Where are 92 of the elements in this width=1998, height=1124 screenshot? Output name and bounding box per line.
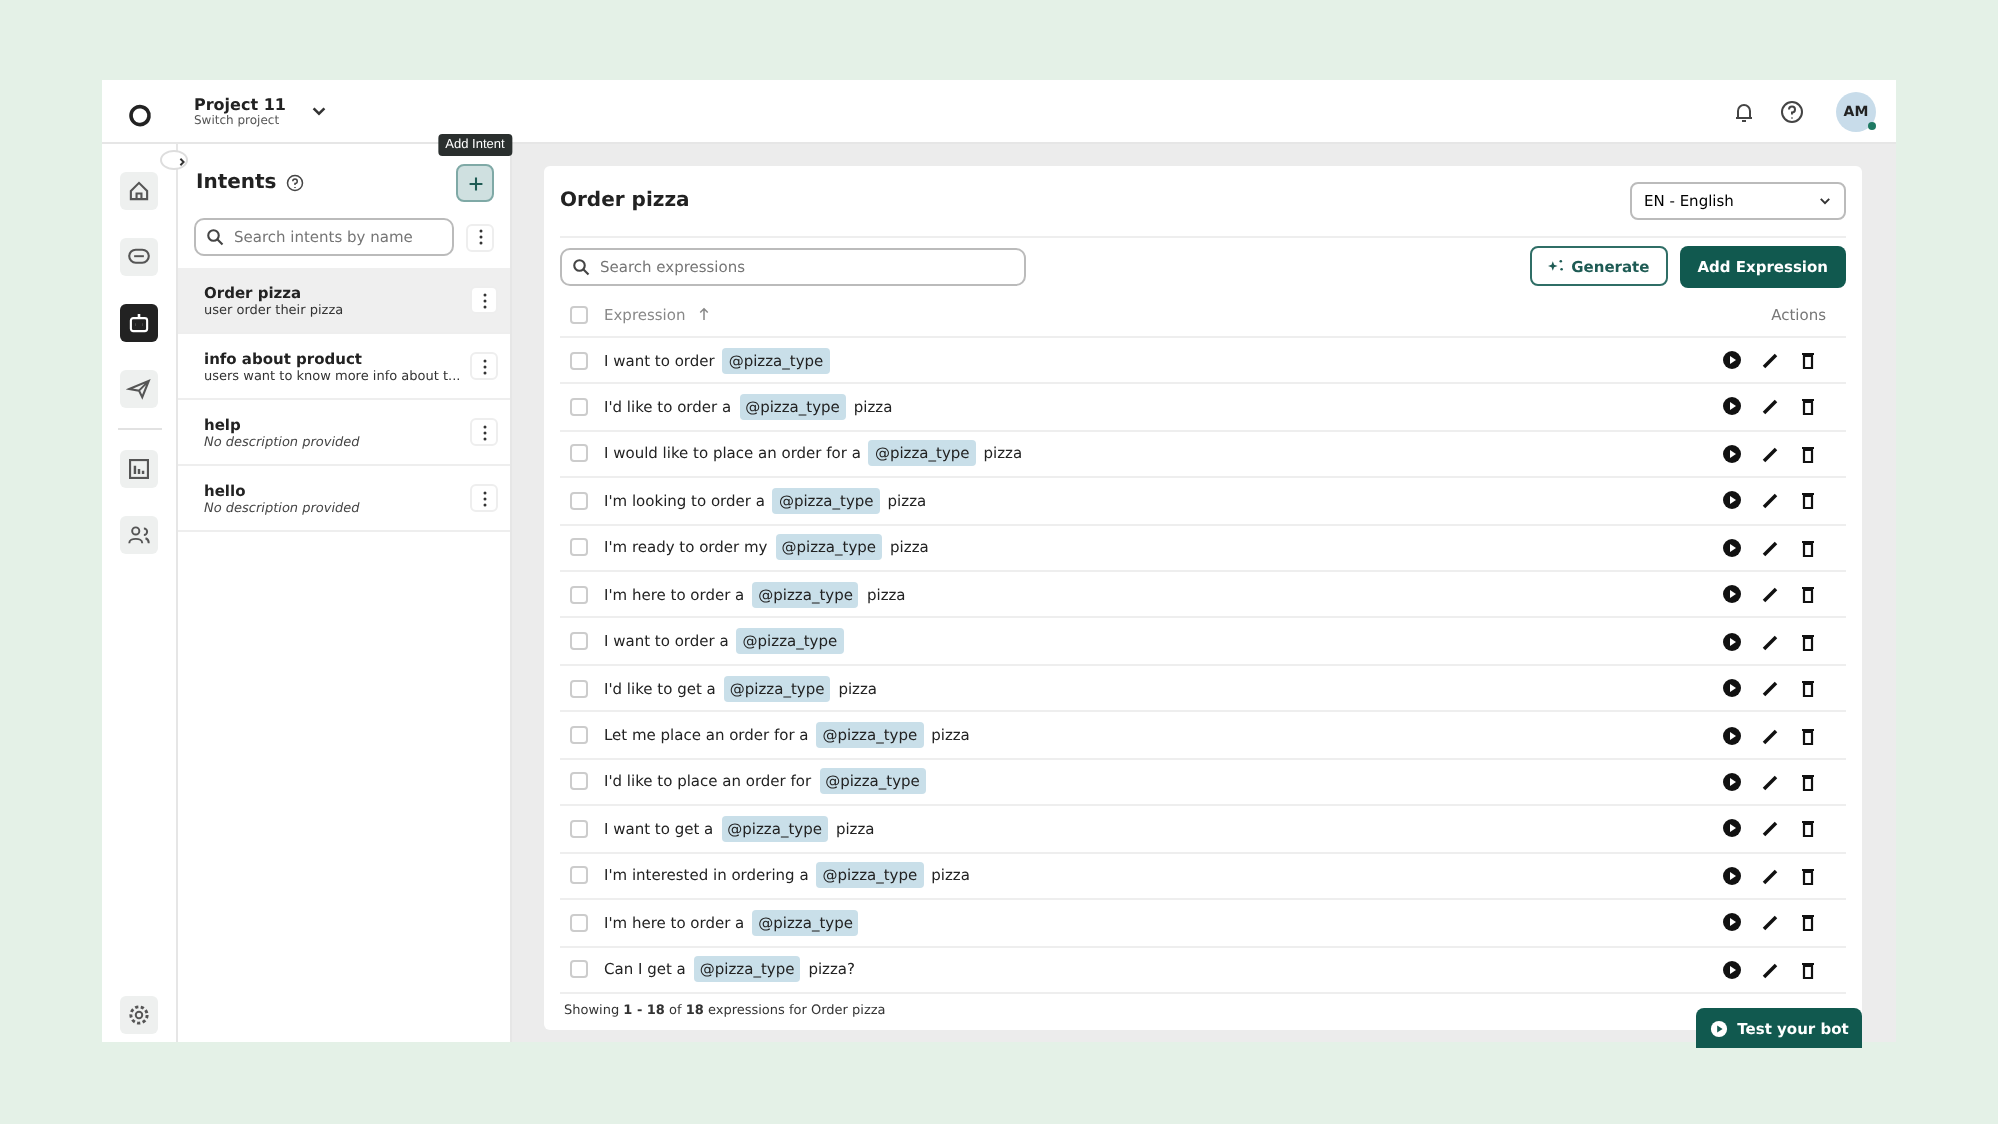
home-icon xyxy=(126,178,152,204)
delete-button[interactable] xyxy=(1798,350,1818,371)
edit-button[interactable] xyxy=(1760,818,1780,839)
delete-button[interactable] xyxy=(1798,865,1818,886)
edit-button[interactable] xyxy=(1760,490,1780,511)
select-all-checkbox[interactable] xyxy=(570,306,588,325)
search-icon xyxy=(572,257,590,276)
play-button[interactable] xyxy=(1722,584,1742,605)
row-checkbox[interactable] xyxy=(570,351,588,370)
chat-icon xyxy=(126,244,152,270)
edit-button[interactable] xyxy=(1760,584,1780,605)
send-icon xyxy=(126,376,152,402)
row-checkbox[interactable] xyxy=(570,585,588,604)
bell-icon[interactable] xyxy=(1732,99,1756,123)
play-button[interactable] xyxy=(1722,818,1742,839)
delete-button[interactable] xyxy=(1798,725,1818,746)
play-button[interactable] xyxy=(1722,631,1742,652)
chevron-down-icon[interactable] xyxy=(309,102,328,120)
play-button[interactable] xyxy=(1722,443,1742,464)
more-icon xyxy=(481,489,487,507)
edit-button[interactable] xyxy=(1760,396,1780,417)
delete-button[interactable] xyxy=(1798,912,1818,933)
row-checkbox[interactable] xyxy=(570,913,588,932)
play-button[interactable] xyxy=(1722,350,1742,371)
row-checkbox[interactable] xyxy=(570,772,588,791)
robot-icon xyxy=(126,310,152,336)
delete-button[interactable] xyxy=(1798,443,1818,464)
edit-button[interactable] xyxy=(1760,771,1780,792)
play-button[interactable] xyxy=(1722,537,1742,558)
nav-button[interactable] xyxy=(120,450,158,488)
row-checkbox[interactable] xyxy=(570,632,588,651)
play-button[interactable] xyxy=(1722,396,1742,417)
row-checkbox[interactable] xyxy=(570,726,588,745)
delete-button[interactable] xyxy=(1798,490,1818,511)
play-button[interactable] xyxy=(1722,912,1742,933)
play-button[interactable] xyxy=(1722,865,1742,886)
intent-title: Order pizza xyxy=(560,189,690,212)
delete-button[interactable] xyxy=(1798,537,1818,558)
row-checkbox[interactable] xyxy=(570,866,588,885)
play-icon xyxy=(1709,1019,1728,1037)
edit-button[interactable] xyxy=(1760,725,1780,746)
edit-button[interactable] xyxy=(1760,678,1780,699)
more-icon xyxy=(481,291,487,309)
delete-button[interactable] xyxy=(1798,771,1818,792)
delete-button[interactable] xyxy=(1798,584,1818,605)
nav-button[interactable] xyxy=(120,172,158,210)
nav-button[interactable] xyxy=(120,370,158,408)
more-icon xyxy=(477,228,483,246)
edit-button[interactable] xyxy=(1760,350,1780,371)
edit-button[interactable] xyxy=(1760,912,1780,933)
row-checkbox[interactable] xyxy=(570,444,588,463)
delete-button[interactable] xyxy=(1798,959,1818,980)
play-button[interactable] xyxy=(1722,959,1742,980)
delete-button[interactable] xyxy=(1798,396,1818,417)
plus-icon xyxy=(467,175,483,191)
project-name[interactable]: Project 11 xyxy=(194,95,286,113)
play-button[interactable] xyxy=(1722,678,1742,699)
edit-button[interactable] xyxy=(1760,959,1780,980)
chart-icon xyxy=(126,456,152,482)
sparkle-icon xyxy=(1547,258,1564,275)
edit-button[interactable] xyxy=(1760,631,1780,652)
edit-button[interactable] xyxy=(1760,865,1780,886)
nav-button[interactable] xyxy=(120,516,158,554)
play-button[interactable] xyxy=(1722,771,1742,792)
more-icon xyxy=(481,423,487,441)
play-button[interactable] xyxy=(1722,725,1742,746)
row-checkbox[interactable] xyxy=(570,679,588,698)
chevron-right-icon xyxy=(174,154,190,170)
row-checkbox[interactable] xyxy=(570,819,588,838)
edit-button[interactable] xyxy=(1760,537,1780,558)
settings-button[interactable] xyxy=(120,996,158,1034)
help-icon[interactable] xyxy=(286,174,305,192)
delete-button[interactable] xyxy=(1798,678,1818,699)
edit-button[interactable] xyxy=(1760,443,1780,464)
search-icon xyxy=(206,228,224,246)
row-checkbox[interactable] xyxy=(570,397,588,416)
chevron-down-icon xyxy=(1818,193,1832,208)
intents-title: Intents xyxy=(196,172,277,194)
more-icon xyxy=(481,357,487,375)
delete-button[interactable] xyxy=(1798,818,1818,839)
play-button[interactable] xyxy=(1722,490,1742,511)
sort-arrow-icon[interactable] xyxy=(697,306,710,323)
delete-button[interactable] xyxy=(1798,631,1818,652)
row-checkbox[interactable] xyxy=(570,538,588,557)
nav-button[interactable] xyxy=(120,238,158,276)
help-icon[interactable] xyxy=(1780,99,1804,123)
row-checkbox[interactable] xyxy=(570,491,588,510)
expand-sidebar-button[interactable] xyxy=(160,150,188,170)
settings-icon xyxy=(126,1002,152,1028)
nav-button[interactable] xyxy=(120,304,158,342)
row-checkbox[interactable] xyxy=(570,960,588,979)
users-icon xyxy=(126,522,152,548)
